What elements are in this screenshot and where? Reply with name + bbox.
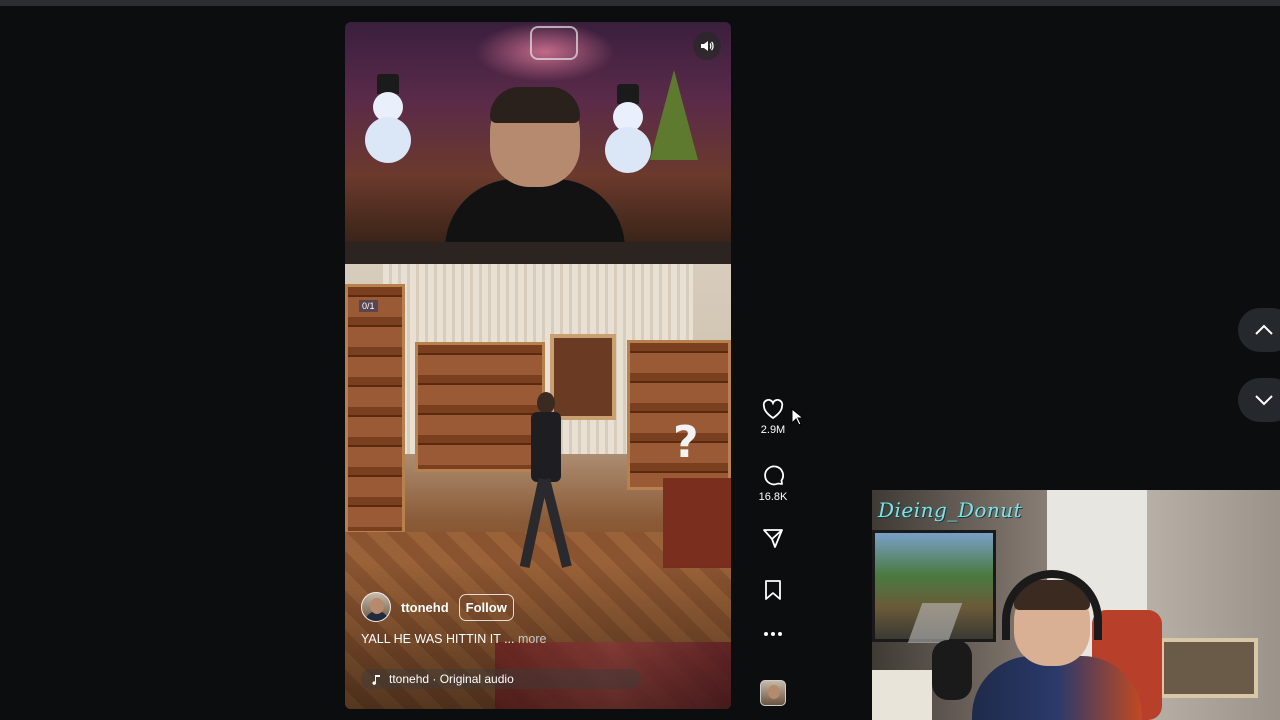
- reel-author: ttonehd Follow: [361, 592, 514, 622]
- chevron-up-icon: [1255, 324, 1273, 335]
- comment-icon[interactable]: [761, 463, 785, 487]
- comment-count: 16.8K: [758, 491, 788, 503]
- christmas-tree: [650, 70, 698, 160]
- share-icon[interactable]: [761, 526, 785, 550]
- question-mark-icon: ?: [673, 417, 699, 468]
- like-action[interactable]: 2.9M: [752, 398, 794, 436]
- desk: [663, 478, 731, 568]
- follow-button[interactable]: Follow: [458, 593, 514, 621]
- next-reel-button[interactable]: [1238, 378, 1280, 422]
- caption-more-link[interactable]: more: [518, 632, 546, 646]
- bookshelf-left: [345, 284, 405, 534]
- audio-avatar[interactable]: [760, 680, 786, 706]
- microphone: [932, 640, 972, 700]
- caption-text: YALL HE WAS HITTIN IT ...: [361, 632, 515, 646]
- more-action[interactable]: [752, 630, 794, 638]
- more-icon[interactable]: [762, 630, 784, 638]
- neon-sign: [530, 26, 578, 60]
- streamer-name: Dieing_Donut: [878, 498, 1023, 522]
- dancing-character: [519, 392, 572, 572]
- reel-caption: YALL HE WAS HITTIN IT ... more: [361, 632, 546, 646]
- wall-shelf: [1160, 638, 1258, 698]
- save-action[interactable]: [752, 578, 794, 602]
- speaker-icon: [701, 41, 714, 51]
- mouse-cursor-icon: [791, 408, 803, 426]
- webcam-streamer: [972, 570, 1162, 720]
- sound-toggle-button[interactable]: [693, 32, 721, 60]
- browser-top-strip: [0, 0, 1280, 6]
- previous-reel-button[interactable]: [1238, 308, 1280, 352]
- comment-action[interactable]: 16.8K: [752, 463, 794, 503]
- share-action[interactable]: [752, 526, 794, 550]
- bookmark-icon[interactable]: [762, 578, 784, 602]
- author-avatar[interactable]: [361, 592, 391, 622]
- like-count: 2.9M: [760, 424, 786, 436]
- reel-video[interactable]: ? 0/1 ttonehd Follow YALL HE WAS HITTIN …: [345, 22, 731, 709]
- streamer-camera-scene: [345, 22, 731, 249]
- heart-icon[interactable]: [761, 398, 785, 420]
- music-note-icon: [372, 675, 380, 685]
- chevron-down-icon: [1255, 395, 1273, 406]
- audio-label: ttonehd · Original audio: [389, 672, 514, 686]
- overlay-counter: 0/1: [359, 300, 378, 312]
- streamer-figure: [445, 87, 625, 249]
- audio-pill[interactable]: ttonehd · Original audio: [361, 669, 641, 689]
- webcam-overlay: Dieing_Donut: [872, 490, 1280, 720]
- author-username[interactable]: ttonehd: [401, 600, 449, 615]
